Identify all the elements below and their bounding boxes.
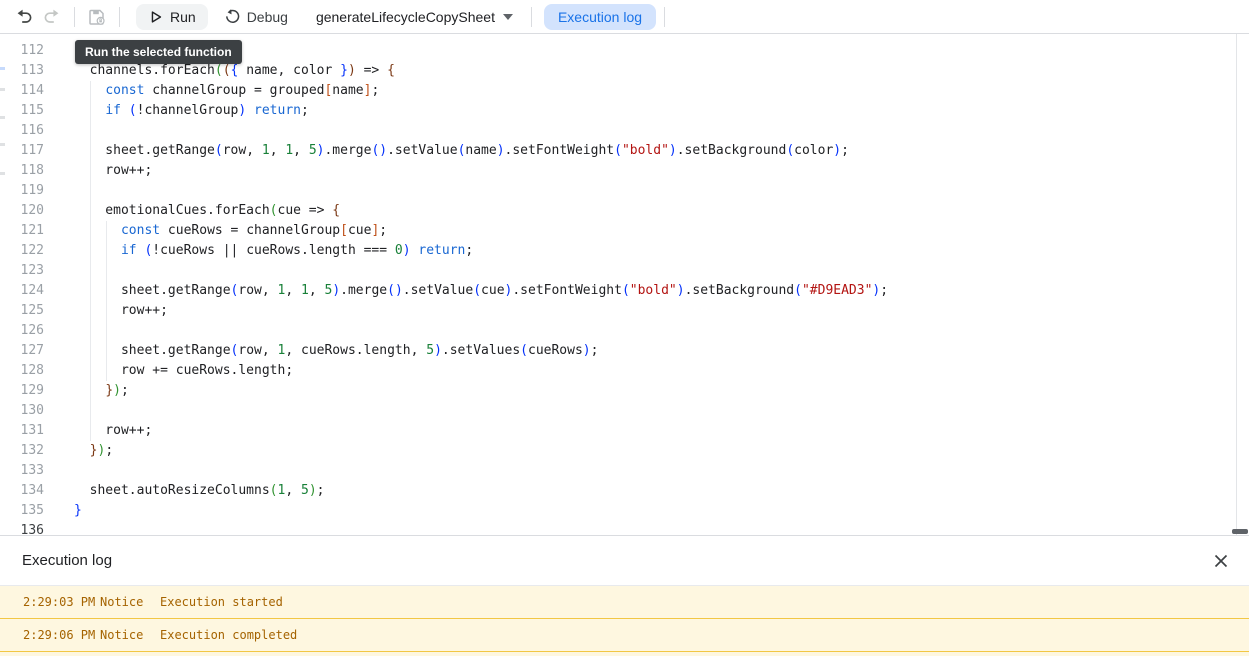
line-number: 126 (0, 321, 46, 341)
redo-icon (42, 7, 62, 27)
log-time: 2:29:06 PM (23, 619, 100, 652)
close-icon (1213, 553, 1229, 569)
line-number: 131 (0, 421, 46, 441)
execution-log-title: Execution log (22, 552, 112, 569)
line-number: 133 (0, 461, 46, 481)
toolbar-divider (119, 7, 120, 27)
line-number: 113 (0, 61, 46, 81)
line-number: 128 (0, 361, 46, 381)
code-line[interactable]: } (74, 501, 1235, 521)
apps-script-editor: Run Debug generateLifecycleCopySheet Exe… (0, 0, 1249, 656)
line-number: 119 (0, 181, 46, 201)
code-line[interactable] (74, 121, 1235, 141)
line-number: 124 (0, 281, 46, 301)
code-line[interactable]: sheet.getRange(row, 1, 1, 5).merge().set… (74, 141, 1235, 161)
code-line[interactable]: sheet.getRange(row, 1, 1, 5).merge().set… (74, 281, 1235, 301)
code-line[interactable]: sheet.autoResizeColumns(1, 5); (74, 481, 1235, 501)
line-number: 125 (0, 301, 46, 321)
code-line[interactable]: sheet.getRange(row, 1, cueRows.length, 5… (74, 341, 1235, 361)
log-row: 2:29:03 PMNoticeExecution started (0, 586, 1249, 619)
toolbar-divider (664, 7, 665, 27)
line-number: 123 (0, 261, 46, 281)
line-number: 115 (0, 101, 46, 121)
code-line[interactable] (74, 521, 1235, 535)
code-line[interactable]: if (!cueRows || cueRows.length === 0) re… (74, 241, 1235, 261)
line-number: 134 (0, 481, 46, 501)
line-number: 120 (0, 201, 46, 221)
line-number: 118 (0, 161, 46, 181)
selected-function-name: generateLifecycleCopySheet (316, 9, 495, 25)
horizontal-scrollbar-thumb[interactable] (1232, 529, 1248, 534)
code-line[interactable]: row += cueRows.length; (74, 361, 1235, 381)
toolbar-divider (74, 7, 75, 27)
gutter: 1121131141151161171181191201211221231241… (0, 41, 46, 535)
code-line[interactable]: }); (74, 381, 1235, 401)
save-project-button[interactable] (83, 3, 111, 31)
line-number: 129 (0, 381, 46, 401)
log-message: Execution completed (160, 628, 297, 642)
log-rows: 2:29:03 PMNoticeExecution started2:29:06… (0, 586, 1249, 656)
code-line[interactable] (74, 181, 1235, 201)
code-line[interactable]: row++; (74, 161, 1235, 181)
code-line[interactable]: row++; (74, 301, 1235, 321)
code-line[interactable]: emotionalCues.forEach(cue => { (74, 201, 1235, 221)
run-tooltip: Run the selected function (75, 40, 242, 64)
line-number: 130 (0, 401, 46, 421)
execution-log-panel: Execution log 2:29:03 PMNoticeExecution … (0, 535, 1249, 656)
save-icon (87, 7, 107, 27)
close-log-button[interactable] (1207, 547, 1235, 575)
line-number: 136 (0, 521, 46, 535)
caret-down-icon (503, 14, 513, 20)
undo-button[interactable] (10, 3, 38, 31)
code-lines: channels.forEach(({ name, color }) => { … (74, 41, 1235, 535)
line-number: 121 (0, 221, 46, 241)
code-line[interactable]: const channelGroup = grouped[name]; (74, 81, 1235, 101)
toolbar: Run Debug generateLifecycleCopySheet Exe… (0, 0, 1249, 34)
code-line[interactable]: if (!channelGroup) return; (74, 101, 1235, 121)
toolbar-divider (531, 7, 532, 27)
log-level: Notice (100, 619, 160, 652)
line-number: 117 (0, 141, 46, 161)
debug-button[interactable]: Debug (212, 4, 300, 30)
code-line[interactable]: }); (74, 441, 1235, 461)
code-line[interactable]: const cueRows = channelGroup[cue]; (74, 221, 1235, 241)
scrollbar-track-edge (1236, 34, 1237, 535)
code-line[interactable] (74, 321, 1235, 341)
log-time: 2:29:03 PM (23, 586, 100, 619)
redo-button[interactable] (38, 3, 66, 31)
line-number: 114 (0, 81, 46, 101)
execution-log-button[interactable]: Execution log (544, 4, 656, 30)
debug-icon (224, 8, 241, 25)
line-number: 127 (0, 341, 46, 361)
undo-icon (14, 7, 34, 27)
line-number: 132 (0, 441, 46, 461)
code-line[interactable]: channels.forEach(({ name, color }) => { (74, 61, 1235, 81)
log-row: 2:29:06 PMNoticeExecution completed (0, 619, 1249, 652)
code-line[interactable] (74, 41, 1235, 61)
debug-label: Debug (247, 9, 288, 25)
code-line[interactable] (74, 261, 1235, 281)
execution-log-header: Execution log (0, 536, 1249, 586)
play-icon (148, 9, 164, 25)
line-number: 112 (0, 41, 46, 61)
function-select-dropdown[interactable]: generateLifecycleCopySheet (306, 4, 523, 30)
run-label: Run (170, 9, 196, 25)
code-line[interactable] (74, 401, 1235, 421)
line-number: 116 (0, 121, 46, 141)
code-editor[interactable]: 1121131141151161171181191201211221231241… (0, 34, 1249, 535)
code-line[interactable] (74, 461, 1235, 481)
log-message: Execution started (160, 595, 283, 609)
run-button[interactable]: Run (136, 4, 208, 30)
line-number: 122 (0, 241, 46, 261)
line-number: 135 (0, 501, 46, 521)
code-line[interactable]: row++; (74, 421, 1235, 441)
log-level: Notice (100, 586, 160, 619)
